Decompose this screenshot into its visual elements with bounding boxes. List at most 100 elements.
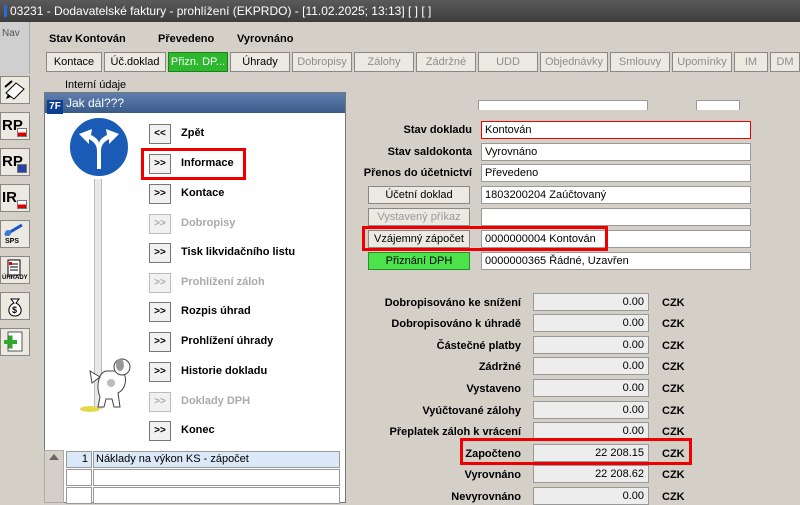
app-icon	[4, 5, 7, 17]
scroll-up-icon[interactable]	[49, 454, 59, 460]
amount-value: 22 208.15	[533, 444, 649, 462]
currency-label: CZK	[662, 297, 685, 309]
priznani-dph-field: 0000000365 Řádné, Uzavřen	[481, 252, 751, 270]
amount-label: Zádržné	[478, 361, 521, 373]
tab-objednavky[interactable]: Objednávky	[540, 52, 608, 72]
stav-value: Kontován	[75, 33, 126, 45]
menu-item-konec[interactable]: >> Konec	[149, 421, 339, 441]
currency-label: CZK	[662, 361, 685, 373]
forward-button[interactable]: >>	[149, 243, 171, 263]
svg-text:$: $	[12, 305, 17, 315]
tab-upominky[interactable]: Upomínky	[672, 52, 732, 72]
tab-zadrzne[interactable]: Zádržné	[416, 52, 476, 72]
amount-value: 0.00	[533, 357, 649, 375]
prenos-label: Přenos do účetnictví	[363, 167, 472, 179]
forward-button[interactable]: >>	[149, 332, 171, 352]
amount-value: 0.00	[533, 422, 649, 440]
forward-button[interactable]: >>	[149, 302, 171, 322]
prevedeno-status: Převedeno	[158, 33, 215, 45]
czech-flag-icon	[17, 128, 27, 137]
forward-button[interactable]: >>	[149, 362, 171, 382]
forward-button[interactable]: >>	[149, 392, 171, 412]
jak-dal-dialog: 7F Jak dál??? << Zpět >> Informace >> Kontac…	[44, 92, 346, 503]
tab-uc-doklad[interactable]: Úč.doklad	[104, 52, 166, 72]
vystaveny-prikaz-field	[481, 208, 751, 226]
table-row[interactable]	[66, 469, 340, 486]
row-number	[66, 469, 92, 486]
table-scrollbar[interactable]	[44, 450, 64, 503]
menu-item-prohlizeni-zaloh[interactable]: >> Prohlížení záloh	[149, 273, 339, 293]
menu-item-prohlizeni-uhrady[interactable]: >> Prohlížení úhrady	[149, 332, 339, 352]
vyrovnano-status: Vyrovnáno	[237, 33, 294, 45]
nav-panel: Nav	[0, 22, 30, 74]
direction-sign-icon	[68, 116, 130, 178]
document-status-row: Stav Kontován Převedeno Vyrovnáno	[46, 33, 306, 47]
tab-udd[interactable]: UDD	[478, 52, 538, 72]
stav-dokladu-label: Stav dokladu	[403, 124, 472, 136]
menu-item-doklady-dph[interactable]: >> Doklady DPH	[149, 392, 339, 412]
amount-value: 0.00	[533, 487, 649, 505]
rp-cz-button[interactable]: RP	[0, 112, 30, 140]
currency-label: CZK	[662, 426, 685, 438]
row-number	[66, 487, 92, 504]
row-text	[93, 487, 340, 504]
currency-label: CZK	[662, 405, 685, 417]
back-button[interactable]: <<	[149, 124, 171, 144]
left-toolbar: RP RP IR SPS ÚHRADY $	[0, 74, 30, 503]
dialog-title: Jak dál???	[66, 96, 125, 110]
forward-button[interactable]: >>	[149, 421, 171, 441]
prenos-field: Převedeno	[481, 164, 751, 182]
money-bag-icon[interactable]: $	[0, 292, 30, 320]
dog-illustration	[80, 358, 131, 412]
forward-button[interactable]: >>	[149, 184, 171, 204]
czech-flag-icon	[17, 200, 27, 209]
forward-button[interactable]: >>	[149, 273, 171, 293]
stav-saldokonta-field: Vyrovnáno	[481, 143, 751, 161]
ir-cz-button[interactable]: IR	[0, 184, 30, 212]
amount-value: 22 208.62	[533, 465, 649, 483]
tab-dobropisy[interactable]: Dobropisy	[292, 52, 352, 72]
add-document-icon[interactable]	[0, 328, 30, 356]
window-title-bar: 03231 - Dodavatelské faktury - prohlížen…	[0, 0, 800, 22]
stav-label: Stav	[49, 33, 73, 45]
vystaveny-prikaz-button[interactable]: Vystavený příkaz	[368, 208, 470, 226]
sps-button[interactable]: SPS	[0, 220, 30, 248]
tab-im[interactable]: IM	[734, 52, 768, 72]
tab-kontace[interactable]: Kontace	[46, 52, 102, 72]
menu-item-dobropisy[interactable]: >> Dobropisy	[149, 214, 339, 234]
edit-icon[interactable]	[0, 76, 30, 104]
menu-item-tisk-likvidacniho-listu[interactable]: >> Tisk likvidačního listu	[149, 243, 339, 263]
dialog-title-bar: 7F Jak dál???	[45, 93, 345, 114]
tab-smlouvy[interactable]: Smlouvy	[610, 52, 670, 72]
menu-item-informace[interactable]: >> Informace	[149, 154, 339, 174]
ucetni-doklad-field: 1803200204 Zaúčtovaný	[481, 186, 751, 204]
menu-item-kontace[interactable]: >> Kontace	[149, 184, 339, 204]
amount-value: 0.00	[533, 336, 649, 354]
tab-prizn-dph[interactable]: Přizn. DP...	[168, 52, 228, 72]
menu-item-zpet[interactable]: << Zpět	[149, 124, 339, 144]
priznani-dph-button[interactable]: Přiznání DPH	[368, 252, 470, 270]
forward-button[interactable]: >>	[149, 214, 171, 234]
tab-dm[interactable]: DM	[770, 52, 800, 72]
table-row[interactable]: 1 Náklady na výkon KS - zápočet	[66, 451, 340, 468]
currency-label: CZK	[662, 448, 685, 460]
tab-zalohy[interactable]: Zálohy	[354, 52, 414, 72]
tab-bar: Kontace Úč.doklad Přizn. DP... Úhrady Do…	[46, 52, 800, 72]
vzajemny-zapocet-button[interactable]: Vzájemný zápočet	[368, 230, 470, 248]
stav-saldokonta-label: Stav saldokonta	[387, 146, 472, 158]
rp-eu-button[interactable]: RP	[0, 148, 30, 176]
ucetni-doklad-button[interactable]: Účetní doklad	[368, 186, 470, 204]
currency-label: CZK	[662, 383, 685, 395]
menu-item-rozpis-uhrad[interactable]: >> Rozpis úhrad	[149, 302, 339, 322]
tab-uhrady[interactable]: Úhrady	[230, 52, 290, 72]
menu-item-historie-dokladu[interactable]: >> Historie dokladu	[149, 362, 339, 382]
table-row[interactable]	[66, 487, 340, 504]
dialog-app-icon: 7F	[47, 100, 63, 114]
uhrady-button[interactable]: ÚHRADY	[0, 256, 30, 284]
amount-value: 0.00	[533, 314, 649, 332]
stav-dokladu-field: Kontován	[481, 121, 751, 139]
items-table: 1 Náklady na výkon KS - zápočet	[44, 450, 340, 504]
currency-label: CZK	[662, 491, 685, 503]
nav-label[interactable]: Nav	[2, 28, 29, 39]
forward-button[interactable]: >>	[149, 154, 171, 174]
